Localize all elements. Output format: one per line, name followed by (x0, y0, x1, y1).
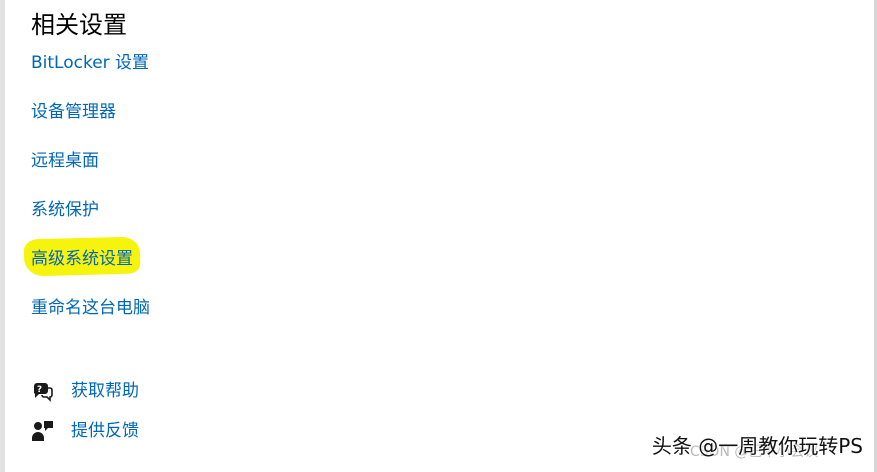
left-rail (0, 0, 5, 472)
watermark: 头条 @一周教你玩转PS (651, 434, 863, 458)
link-advanced-system-settings[interactable]: 高级系统设置 (31, 247, 133, 271)
link-remote-desktop[interactable]: 远程桌面 (31, 149, 99, 173)
svg-text:?: ? (37, 385, 42, 395)
related-settings-panel: 相关设置 BitLocker 设置 设备管理器 远程桌面 系统保护 高级系统设置… (0, 0, 877, 472)
link-rename-this-pc[interactable]: 重命名这台电脑 (31, 296, 150, 320)
section-title: 相关设置 (31, 11, 127, 39)
get-help-link[interactable]: 获取帮助 (71, 379, 139, 403)
chat-help-icon: ? (31, 379, 55, 403)
feedback-row[interactable]: 提供反馈 (31, 418, 139, 444)
link-system-protection[interactable]: 系统保护 (31, 198, 99, 222)
link-bitlocker-settings[interactable]: BitLocker 设置 (31, 51, 149, 75)
feedback-person-icon (31, 419, 55, 443)
get-help-row[interactable]: ? 获取帮助 (31, 378, 139, 404)
feedback-link[interactable]: 提供反馈 (71, 419, 139, 443)
link-device-manager[interactable]: 设备管理器 (31, 100, 116, 124)
